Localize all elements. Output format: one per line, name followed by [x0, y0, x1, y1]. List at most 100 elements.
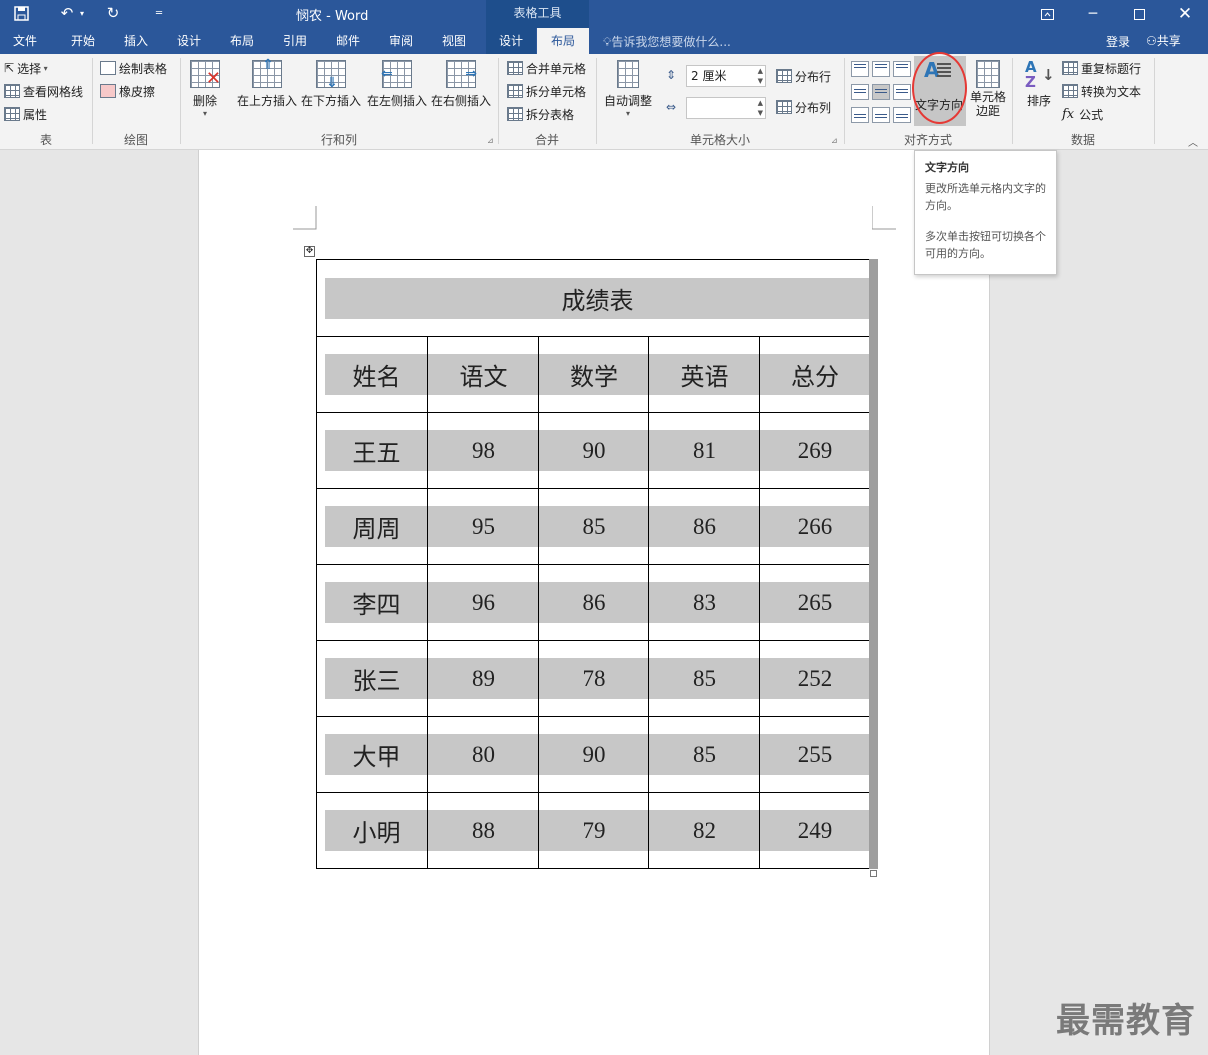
- table-cell[interactable]: 总分: [758, 336, 872, 413]
- table-cell[interactable]: 90: [538, 716, 649, 793]
- tab-table-layout[interactable]: 布局: [537, 28, 589, 54]
- undo-dropdown-icon[interactable]: ▾: [74, 2, 90, 24]
- table-cell[interactable]: 266: [758, 488, 872, 565]
- distribute-rows-button[interactable]: 分布行: [776, 66, 831, 86]
- align-top-right-icon[interactable]: [893, 61, 911, 77]
- table-cell[interactable]: 英语: [648, 336, 760, 413]
- table-cell[interactable]: 周周: [316, 488, 428, 565]
- share-button[interactable]: ⚇共享: [1146, 32, 1181, 49]
- tab-review[interactable]: 审阅: [378, 28, 424, 54]
- maximize-icon[interactable]: [1116, 0, 1162, 28]
- table-cell[interactable]: 79: [538, 792, 649, 869]
- tab-insert[interactable]: 插入: [113, 28, 159, 54]
- customize-qa-icon[interactable]: ═: [146, 2, 172, 24]
- table-cell[interactable]: 81: [648, 412, 760, 489]
- tab-view[interactable]: 视图: [431, 28, 477, 54]
- align-bottom-center-icon[interactable]: [872, 107, 890, 123]
- align-top-left-icon[interactable]: [851, 61, 869, 77]
- autofit-button[interactable]: 自动调整 ▾: [603, 60, 653, 118]
- split-table-button[interactable]: 拆分表格: [507, 104, 574, 124]
- align-top-center-icon[interactable]: [872, 61, 890, 77]
- table-cell[interactable]: 83: [648, 564, 760, 641]
- select-button[interactable]: ⇱ 选择 ▾: [4, 58, 48, 78]
- table-cell[interactable]: 82: [648, 792, 760, 869]
- table-cell[interactable]: 80: [427, 716, 539, 793]
- cell-value-text: 266: [760, 506, 871, 547]
- tab-references[interactable]: 引用: [272, 28, 318, 54]
- table-cell[interactable]: 数学: [538, 336, 649, 413]
- cell-margins-button[interactable]: 单元格边距: [968, 60, 1008, 118]
- collapse-ribbon-icon[interactable]: ︿: [1188, 134, 1198, 149]
- redo-icon[interactable]: ↻: [100, 2, 126, 24]
- table-cell[interactable]: 78: [538, 640, 649, 717]
- align-center-icon[interactable]: [872, 84, 890, 100]
- ribbon-display-icon[interactable]: [1024, 0, 1070, 28]
- save-icon[interactable]: [8, 2, 34, 24]
- table-cell[interactable]: 90: [538, 412, 649, 489]
- table-cell[interactable]: 李四: [316, 564, 428, 641]
- tab-file[interactable]: 文件: [2, 28, 48, 54]
- table-resize-handle[interactable]: [870, 870, 877, 877]
- table-cell[interactable]: 语文: [427, 336, 539, 413]
- merge-cells-button[interactable]: 合并单元格: [507, 58, 586, 78]
- tell-me-box[interactable]: 💡︎告诉我您想要做什么...: [603, 33, 731, 50]
- table-cell[interactable]: 86: [538, 564, 649, 641]
- view-gridlines-button[interactable]: 查看网格线: [4, 81, 83, 101]
- table-cell[interactable]: 85: [648, 716, 760, 793]
- tab-layout[interactable]: 布局: [219, 28, 265, 54]
- insert-below-button[interactable]: ⇓ 在下方插入: [300, 60, 362, 109]
- align-bottom-right-icon[interactable]: [893, 107, 911, 123]
- text-direction-button[interactable]: A 文字方向: [914, 56, 966, 126]
- tab-table-design[interactable]: 设计: [486, 28, 536, 54]
- table-move-handle-icon[interactable]: ✥: [304, 246, 315, 257]
- column-width-input[interactable]: ▲ ▼: [686, 97, 766, 119]
- table-cell[interactable]: 98: [427, 412, 539, 489]
- repeat-header-rows-button[interactable]: 重复标题行: [1062, 58, 1141, 78]
- row-height-input[interactable]: 2 厘米 ▲ ▼: [686, 65, 766, 87]
- dialog-launcher-icon[interactable]: ⊿: [487, 136, 494, 145]
- table-cell[interactable]: 249: [758, 792, 872, 869]
- properties-button[interactable]: 属性: [4, 104, 47, 124]
- sort-button[interactable]: A Z ↓ 排序: [1022, 60, 1056, 109]
- formula-button[interactable]: fx 公式: [1062, 104, 1103, 124]
- spinner-icon[interactable]: ▲ ▼: [758, 66, 763, 86]
- eraser-button[interactable]: 橡皮擦: [100, 81, 155, 101]
- table-cell[interactable]: 85: [648, 640, 760, 717]
- tab-design[interactable]: 设计: [166, 28, 212, 54]
- login-link[interactable]: 登录: [1106, 33, 1130, 50]
- table-cell[interactable]: 252: [758, 640, 872, 717]
- tab-home[interactable]: 开始: [60, 28, 106, 54]
- score-table[interactable]: 成绩表 姓名 语文 数学 英语 总分 王五 98 90 81 269 周周 95 85 86 266 李四 96…: [315, 259, 872, 869]
- table-cell[interactable]: 王五: [316, 412, 428, 489]
- tab-mailings[interactable]: 邮件: [325, 28, 371, 54]
- table-cell[interactable]: 96: [427, 564, 539, 641]
- table-cell[interactable]: 89: [427, 640, 539, 717]
- table-cell[interactable]: 255: [758, 716, 872, 793]
- distribute-columns-button[interactable]: 分布列: [776, 97, 831, 117]
- table-cell[interactable]: 张三: [316, 640, 428, 717]
- table-cell[interactable]: 小明: [316, 792, 428, 869]
- insert-right-button[interactable]: ⇒ 在右侧插入: [430, 60, 492, 109]
- draw-table-button[interactable]: 绘制表格: [100, 58, 167, 78]
- insert-above-button[interactable]: ⇑ 在上方插入: [236, 57, 298, 109]
- close-icon[interactable]: ✕: [1162, 0, 1208, 28]
- delete-button[interactable]: ✕ 删除 ▾: [188, 60, 222, 118]
- insert-left-button[interactable]: ⇐ 在左侧插入: [366, 60, 428, 109]
- table-cell[interactable]: 姓名: [316, 336, 428, 413]
- table-cell[interactable]: 265: [758, 564, 872, 641]
- split-cells-button[interactable]: 拆分单元格: [507, 81, 586, 101]
- table-cell[interactable]: 85: [538, 488, 649, 565]
- convert-to-text-button[interactable]: 转换为文本: [1062, 81, 1141, 101]
- table-cell[interactable]: 95: [427, 488, 539, 565]
- spinner-icon[interactable]: ▲ ▼: [758, 98, 763, 118]
- table-title-cell[interactable]: 成绩表: [315, 259, 872, 337]
- align-center-right-icon[interactable]: [893, 84, 911, 100]
- table-cell[interactable]: 大甲: [316, 716, 428, 793]
- align-center-left-icon[interactable]: [851, 84, 869, 100]
- table-cell[interactable]: 86: [648, 488, 760, 565]
- dialog-launcher-icon[interactable]: ⊿: [831, 136, 838, 145]
- align-bottom-left-icon[interactable]: [851, 107, 869, 123]
- table-cell[interactable]: 88: [427, 792, 539, 869]
- table-cell[interactable]: 269: [758, 412, 872, 489]
- minimize-icon[interactable]: ─: [1070, 0, 1116, 28]
